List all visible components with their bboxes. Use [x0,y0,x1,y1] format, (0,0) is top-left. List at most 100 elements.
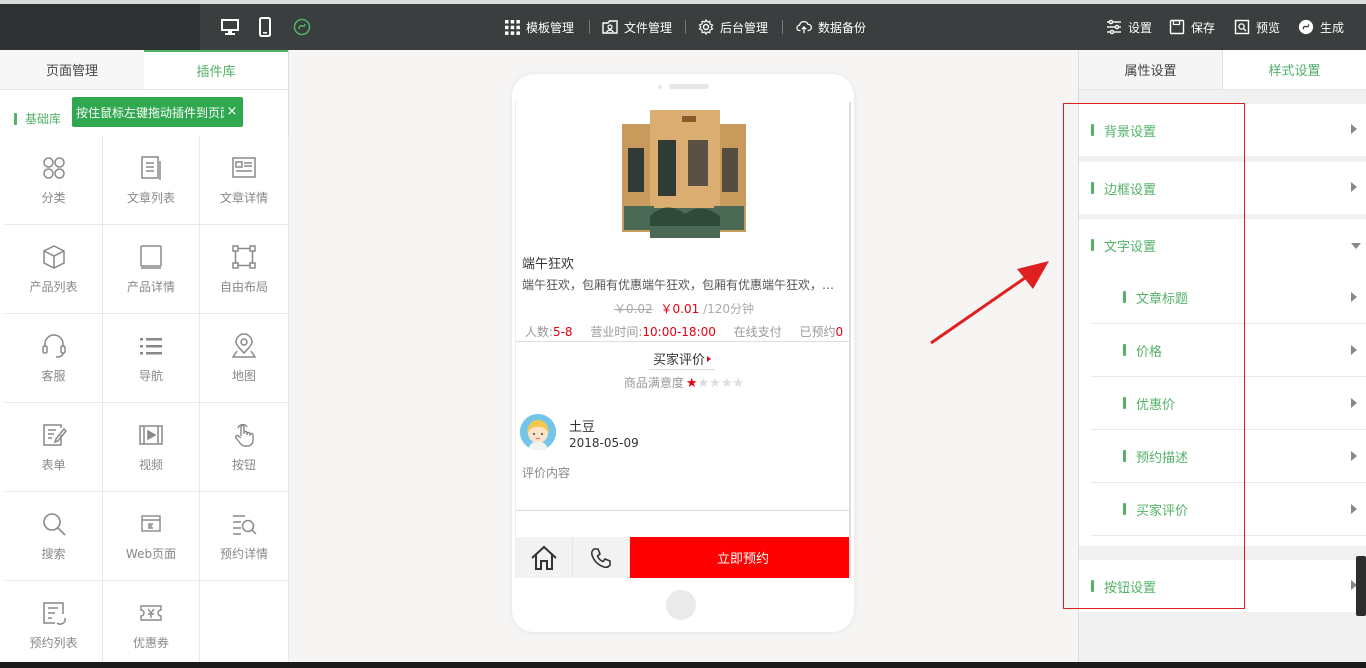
plugin-label: 自由布局 [219,279,268,294]
cloud-upload-icon [796,19,812,35]
button-label: 生成 [1320,20,1345,35]
article-list-icon [141,155,161,180]
mini-program-icon[interactable] [291,16,313,38]
library-heading: 基础库 [14,110,61,127]
price-row: ￥0.02 ￥0.01 /120分钟 [516,300,849,317]
plugin-article-list[interactable]: 文章列表 [103,136,200,225]
desktop-view-icon[interactable] [219,16,241,38]
nav-backend-manage[interactable]: 后台管理 [698,4,768,50]
settings-button[interactable]: 设置 [1106,4,1152,50]
plugin-article-detail[interactable]: 文章详情 [200,136,289,225]
original-price: ￥0.02 [613,302,653,316]
text-sub-article-title[interactable]: 文章标题 [1091,271,1366,324]
preview-button[interactable]: 预览 [1234,4,1280,50]
nav-label: 数据备份 [818,20,867,35]
plugin-label: 产品列表 [29,279,78,294]
category-icon [42,156,65,179]
subsection-label: 优惠价 [1136,397,1176,413]
top-toolbar: 模板管理 文件管理 后台管理 数据备份 设置 保存 预览 生成 [0,0,1366,50]
plugin-map[interactable]: 地图 [200,314,289,403]
text-settings-header[interactable]: 文字设置 [1079,219,1366,271]
nav-data-backup[interactable]: 数据备份 [796,4,866,50]
reviewer-name: 土豆 [569,420,596,435]
section-background: 背景设置 [1079,104,1366,156]
review-content: 评价内容 [522,466,571,480]
star-icon: ★ [697,375,710,391]
nav-file-manage[interactable]: 文件管理 [602,4,672,50]
plugin-label: 导航 [138,368,163,383]
navigation-icon [140,337,162,354]
rating-stars: ★★★★★ [686,376,744,390]
plugin-free-layout[interactable]: 自由布局 [200,225,289,314]
home-button[interactable] [516,537,573,578]
plugin-product-list[interactable]: 产品列表 [5,225,103,314]
background-settings-header[interactable]: 背景设置 [1079,104,1366,156]
plugin-label: 地图 [231,368,256,383]
subsection-label: 买家评价 [1136,503,1189,519]
save-button[interactable]: 保存 [1169,4,1215,50]
plugin-category[interactable]: 分类 [5,136,103,225]
plugin-video[interactable]: 视频 [103,403,200,492]
phone-frame: 端午狂欢 端午狂欢，包厢有优惠端午狂欢，包厢有优惠端午狂欢，包厢有优惠 ￥0.0… [512,74,854,632]
plugin-web-page[interactable]: Web页面 [103,492,200,581]
section-label: 文字设置 [1104,239,1157,255]
divider [516,510,849,511]
duration: /120分钟 [703,302,755,316]
people-info: 人数:5-8 [524,325,573,339]
plugin-button[interactable]: 按钮 [200,403,289,492]
text-sub-buyer-review[interactable]: 买家评价 [1091,483,1366,536]
tab-plugin-library[interactable]: 插件库 [144,50,288,89]
plugin-coupon[interactable]: 优惠券 [103,581,200,668]
tab-page-manage[interactable]: 页面管理 [0,50,144,89]
right-panel: 属性设置 样式设置 背景设置 边框设置 文字设置 文章标题 价格 优惠价 预约描… [1078,50,1366,662]
web-page-icon [141,514,161,532]
product-image[interactable] [622,108,746,244]
button-settings-header[interactable]: 按钮设置 [1079,560,1366,612]
plugin-navigation[interactable]: 导航 [103,314,200,403]
preview-icon [1234,19,1250,35]
chevron-right-icon [1351,182,1357,192]
logo-area [0,4,200,50]
plugin-form[interactable]: 表单 [5,403,103,492]
phone-icon [590,547,611,568]
text-sub-price[interactable]: 价格 [1091,324,1366,377]
mobile-view-icon[interactable] [256,16,274,38]
plugin-search[interactable]: 搜索 [5,492,103,581]
tab-property-settings[interactable]: 属性设置 [1079,50,1223,89]
subsection-label: 预约描述 [1136,450,1189,466]
chevron-right-icon [1351,345,1357,355]
plugin-label: 表单 [41,457,66,472]
call-button[interactable] [573,537,630,578]
border-settings-header[interactable]: 边框设置 [1079,162,1366,214]
text-sub-discount-price[interactable]: 优惠价 [1091,377,1366,430]
text-sub-booking-desc[interactable]: 预约描述 [1091,430,1366,483]
nav-template-manage[interactable]: 模板管理 [504,4,574,50]
buyer-review-button[interactable]: 买家评价 [649,348,716,370]
star-icon: ★ [685,375,698,391]
plugin-booking-list[interactable]: 预约列表 [5,581,103,668]
plugin-grid: 分类 文章列表 文章详情 产品列表 产品详情 自由布局 客服 导航 地图 表单 … [5,136,289,668]
plugin-product-detail[interactable]: 产品详情 [103,225,200,314]
book-now-button[interactable]: 立即预约 [630,537,849,578]
left-panel: 页面管理 插件库 基础库 按住鼠标左键拖动插件到页面 × 分类 文章列表 文章详… [0,50,289,668]
plugin-booking-detail[interactable]: 预约详情 [200,492,289,581]
discount-price: ￥0.01 [660,302,700,316]
plugin-customer-service[interactable]: 客服 [5,314,103,403]
plugin-label: 产品详情 [126,279,175,294]
booked-info: 已预约0 [799,325,844,339]
button-label: 保存 [1191,20,1216,35]
nav-label: 后台管理 [720,20,769,35]
pointer-hand-icon [234,423,254,447]
phone-screen[interactable]: 端午狂欢 端午狂欢，包厢有优惠端午狂欢，包厢有优惠端午狂欢，包厢有优惠 ￥0.0… [515,102,851,578]
save-icon [1169,19,1185,35]
sliders-icon [1106,19,1122,35]
satisfaction-label: 商品满意度 [623,376,684,390]
close-icon[interactable]: × [224,103,240,119]
generate-button[interactable]: 生成 [1298,4,1344,50]
design-canvas: 端午狂欢 端午狂欢，包厢有优惠端午狂欢，包厢有优惠端午狂欢，包厢有优惠 ￥0.0… [290,50,1078,662]
plugin-label: 预约详情 [219,546,268,561]
tab-style-settings[interactable]: 样式设置 [1223,50,1366,89]
scrollbar-thumb[interactable] [1356,556,1366,616]
plugin-empty-slot [200,581,289,668]
payment-info: 在线支付 [733,325,782,339]
